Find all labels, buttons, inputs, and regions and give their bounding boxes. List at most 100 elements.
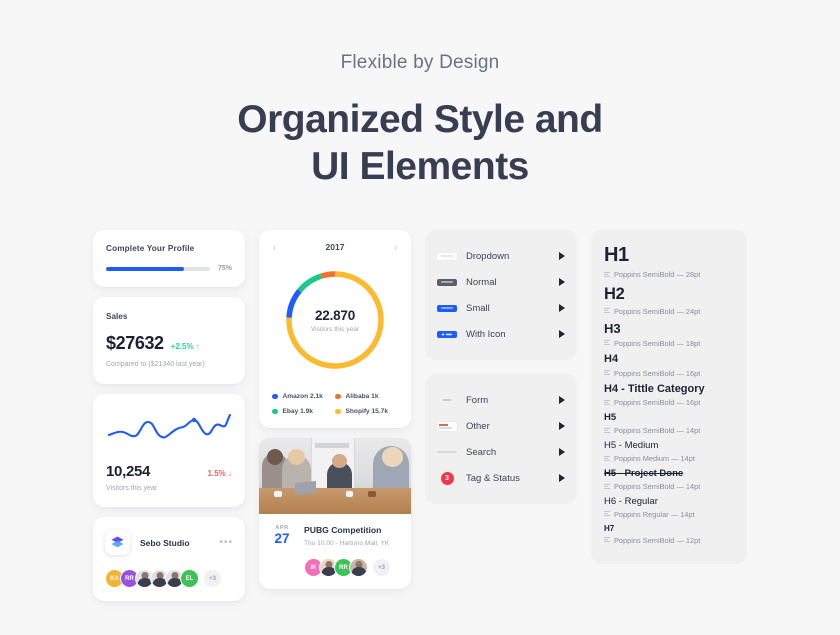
line-preview-icon (443, 399, 451, 401)
page-root: Flexible by Design Organized Style and U… (0, 0, 840, 635)
typography-item: H6 - Regular Poppins Regular — 14pt (604, 496, 734, 519)
donut-chart: 22.870 Visitors this year (280, 265, 390, 375)
dropdown-row-label: Normal (466, 276, 497, 288)
text-lines-icon (604, 271, 610, 278)
dropdown-row-tag-status[interactable]: 3 Tag & Status (437, 465, 565, 491)
column-dropdowns: Dropdown Normal Small With Icon Form Other Se… (425, 230, 577, 601)
typography-sample: H4 (604, 352, 619, 365)
typography-item: H5 - Project Done Poppins SemiBold — 14pt (604, 468, 734, 491)
chevron-right-icon[interactable] (559, 448, 565, 456)
avatar-overflow-count[interactable]: +3 (372, 558, 391, 577)
next-year-button[interactable]: › (394, 242, 397, 252)
button-preview-chip (437, 278, 457, 286)
column-middle: ‹ 2017 › 22.870 Visitors this year Amazo… (259, 230, 411, 601)
chevron-right-icon[interactable] (559, 422, 565, 430)
typography-item: H7 Poppins SemiBold — 12pt (604, 524, 734, 545)
avatar-overflow-count[interactable]: +3 (203, 569, 222, 588)
typography-item: H2 Poppins SemiBold — 24pt (604, 284, 734, 316)
team-card: Sebo Studio ••• KA RR EL +3 (93, 517, 245, 601)
dropdown-row-search[interactable]: Search (437, 439, 565, 465)
legend-item: Ebay 1.9k (272, 408, 335, 415)
event-title: PUBG Competition (304, 525, 382, 535)
text-lines-icon (604, 511, 610, 517)
typography-meta-row: Poppins SemiBold — 28pt (604, 270, 734, 279)
team-more-options-icon[interactable]: ••• (219, 537, 233, 548)
text-lines-icon (604, 455, 610, 462)
legend-label: Ebay 1.9k (282, 408, 313, 415)
legend-label: Amazon 2.1k (282, 393, 323, 400)
profile-progress-row: 75% (106, 265, 232, 272)
chevron-right-icon[interactable] (559, 252, 565, 260)
sales-value-row: $27632 +2.5% ↑ (106, 333, 232, 354)
row-preview-slot (437, 451, 457, 453)
row-chip-slot (437, 278, 457, 286)
typography-sample: H2 (604, 285, 625, 303)
legend-label: Shopify 15.7k (345, 408, 389, 415)
input-preview-icon (437, 421, 457, 431)
sales-amount: $27632 (106, 333, 164, 353)
legend-item: Amazon 2.1k (272, 393, 335, 400)
legend-color-dot (335, 408, 341, 415)
dropdown-variants-card: Dropdown Normal Small With Icon (425, 230, 577, 360)
text-lines-icon (604, 370, 610, 376)
progress-bar-fill (106, 266, 184, 271)
legend-color-dot (272, 408, 278, 415)
donut-center-block: 22.870 Visitors this year (280, 265, 390, 375)
row-chip-slot (437, 304, 457, 312)
chevron-right-icon[interactable] (559, 396, 565, 404)
event-day: 27 (274, 531, 290, 546)
row-preview-slot (437, 421, 457, 431)
typography-meta-label: Poppins SemiBold — 16pt (614, 398, 701, 408)
chevron-right-icon[interactable] (559, 474, 565, 482)
page-title-line-1: Organized Style and (237, 98, 603, 141)
typography-meta-row: Poppins SemiBold — 14pt (604, 482, 734, 491)
event-text-block: PUBG Competition Thu 10.00 - Hartono Mal… (304, 525, 389, 547)
avatar[interactable]: EL (180, 569, 199, 588)
button-preview-chip (437, 252, 457, 260)
event-date-block: APR 27 (271, 525, 293, 547)
typography-meta-label: Poppins SemiBold — 28pt (614, 270, 701, 279)
typography-meta-row: Poppins SemiBold — 12pt (604, 536, 734, 545)
visitors-label: Visitors this year (106, 485, 158, 492)
dropdown-row-label: With Icon (466, 328, 506, 340)
chevron-right-icon[interactable] (559, 330, 565, 338)
page-title-line-2: UI Elements (311, 145, 529, 188)
typography-item: H5 - Medium Poppins Medium — 14pt (604, 440, 734, 463)
donut-legend: Amazon 2.1k Alibaba 1k Ebay 1.9k Shopify 15… (269, 393, 401, 415)
typography-meta-label: Poppins SemiBold — 16pt (614, 368, 701, 378)
typography-sample: H6 - Regular (604, 496, 658, 507)
typography-sample: H7 (604, 523, 615, 533)
dropdown-row-small[interactable]: Small (437, 295, 565, 321)
dropdown-row-form[interactable]: Form (437, 387, 565, 413)
text-lines-icon (604, 427, 610, 434)
dropdown-row-with-icon[interactable]: With Icon (437, 321, 565, 347)
text-lines-icon (604, 537, 610, 543)
chevron-right-icon[interactable] (559, 278, 565, 286)
avatar[interactable] (349, 558, 368, 577)
donut-card-header: ‹ 2017 › (269, 242, 401, 252)
column-left: Complete Your Profile 75% Sales $27632 +… (93, 230, 245, 601)
typography-meta-row: Poppins SemiBold — 24pt (604, 307, 734, 316)
line-preview-icon (437, 451, 457, 453)
typography-meta-label: Poppins SemiBold — 14pt (614, 426, 701, 436)
dropdown-row-label: Search (466, 446, 497, 458)
dropdown-row-other[interactable]: Other (437, 413, 565, 439)
text-lines-icon (604, 308, 610, 314)
dropdown-row-normal[interactable]: Normal (437, 269, 565, 295)
donut-year-label: 2017 (325, 242, 345, 252)
progress-bar-track[interactable] (106, 266, 210, 271)
typography-item: H3 Poppins SemiBold — 18pt (604, 321, 734, 348)
prev-year-button[interactable]: ‹ (273, 242, 276, 252)
dropdown-row-dropdown[interactable]: Dropdown (437, 243, 565, 269)
legend-color-dot (272, 393, 278, 400)
event-card: APR 27 PUBG Competition Thu 10.00 - Hart… (259, 438, 411, 589)
team-avatar-group: KA RR EL +3 (105, 569, 233, 588)
typography-meta-label: Poppins Medium — 14pt (614, 454, 695, 464)
profile-card-title: Complete Your Profile (106, 244, 195, 253)
dropdown-row-label: Form (466, 394, 489, 406)
chevron-right-icon[interactable] (559, 304, 565, 312)
typography-item: H5 Poppins SemiBold — 14pt (604, 412, 734, 435)
legend-label: Alibaba 1k (345, 393, 379, 400)
typography-item: H4 Poppins SemiBold — 16pt (604, 353, 734, 378)
legend-item: Alibaba 1k (335, 393, 398, 400)
